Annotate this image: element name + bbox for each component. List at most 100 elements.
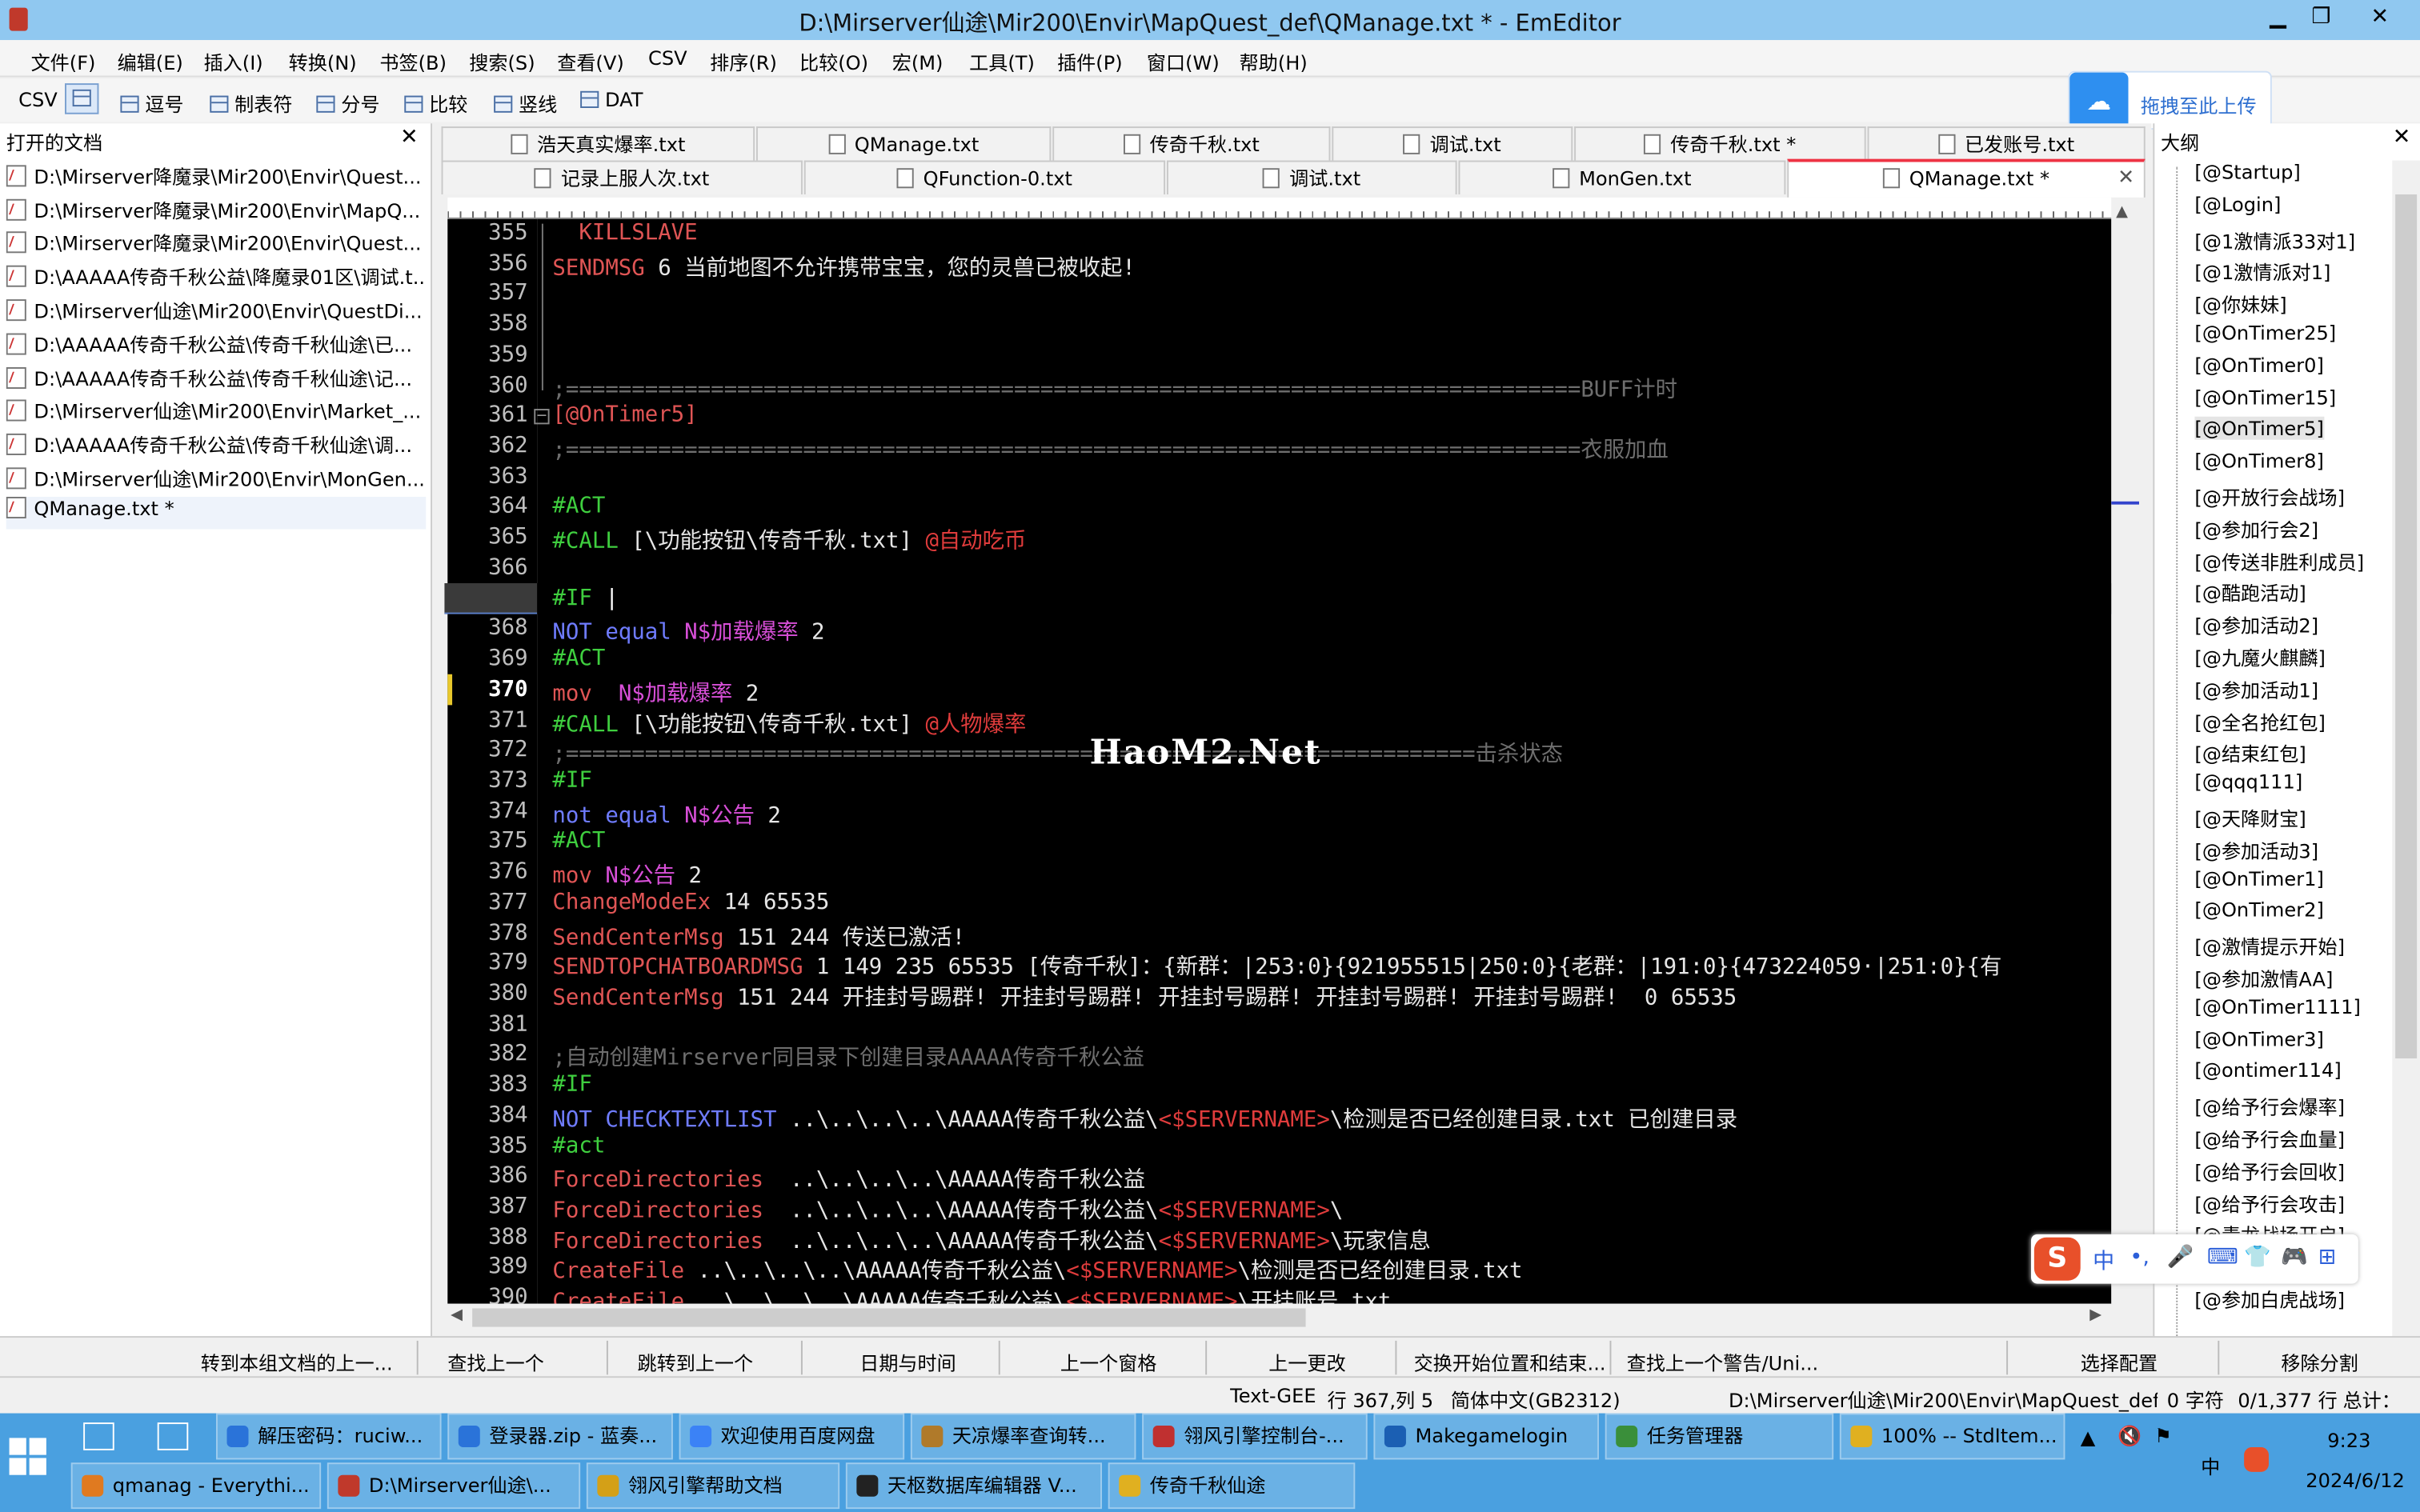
drag-upload-button[interactable]: ☁ 拖拽至此上传 [2068, 70, 2272, 131]
code-line[interactable]: not equal N$公告 2 [552, 798, 780, 830]
outline-item[interactable]: [@1激情派对1] [2194, 257, 2330, 286]
task-view-icon[interactable] [83, 1422, 114, 1450]
code-line[interactable]: #CALL [\功能按钮\传奇千秋.txt] @自动吃币 [552, 525, 1026, 556]
outline-item[interactable]: [@开放行会战场] [2194, 482, 2345, 511]
menu-edit[interactable]: 编辑(E) [118, 46, 183, 76]
document-item[interactable]: D:\AAAAA传奇千秋公益\降魔录01区\调试.t... [6, 261, 426, 294]
outline-item[interactable]: [@qqq111] [2194, 770, 2302, 794]
taskbar-app-button[interactable]: 翎风引擎控制台-... [1142, 1413, 1368, 1460]
code-line[interactable]: SENDMSG 6 当前地图不允许携带宝宝，您的灵兽已被收起! [552, 251, 1135, 282]
ime-toolbar[interactable]: S 中 •, 🎤 ⌨ 👕 🎮 ⊞ [2030, 1234, 2358, 1284]
taskbar-app-button[interactable]: 传奇千秋仙途 [1108, 1462, 1356, 1510]
document-item[interactable]: D:\Mirserver仙途\Mir200\Envir\QuestDi... [6, 294, 427, 327]
scroll-right-icon[interactable]: ▶ [2089, 1306, 2101, 1323]
code-line[interactable]: ChangeModeEx 14 65535 [552, 890, 829, 914]
outline-item[interactable]: [@参加白虎战场] [2194, 1284, 2345, 1314]
outline-item[interactable]: [@OnTimer0] [2194, 353, 2323, 376]
code-line[interactable]: ;=======================================… [552, 434, 1668, 465]
code-line[interactable]: SendCenterMsg 151 244 传送已激活! [552, 920, 965, 951]
taskbar-app-button[interactable]: Makegamelogin [1373, 1413, 1599, 1460]
menu-window[interactable]: 窗口(W) [1147, 46, 1220, 76]
fn-swap-start-end[interactable]: 交换开始位置和结束... [1414, 1347, 1606, 1377]
status-config[interactable]: Text-GEE [1230, 1384, 1316, 1407]
outline-item[interactable]: [@OnTimer15] [2194, 385, 2336, 408]
code-line[interactable]: CreateFile ..\..\..\..\AAAAA传奇千秋公益\<$SER… [552, 1286, 1391, 1304]
close-panel-icon[interactable]: ✕ [400, 125, 419, 150]
taskbar-app-button[interactable]: 100% -- StdItem... [1839, 1413, 2065, 1460]
taskbar-clock-date[interactable]: 2024/6/12 [2306, 1469, 2405, 1492]
close-outline-icon[interactable]: ✕ [2393, 125, 2411, 150]
menu-bookmark[interactable]: 书签(B) [379, 46, 447, 76]
code-line[interactable]: #IF [552, 768, 591, 793]
ime-keyboard-icon[interactable]: ⌨ [2207, 1245, 2238, 1270]
outline-item[interactable]: [@给予行会攻击] [2194, 1187, 2345, 1217]
outline-item[interactable]: [@ontimer114] [2194, 1059, 2341, 1082]
fn-find-prev-warning[interactable]: 查找上一个警告/Uni... [1627, 1347, 1819, 1377]
ime-punctuation-icon[interactable]: •, [2130, 1245, 2150, 1270]
tab-record[interactable]: 记录上服人次.txt [441, 160, 803, 194]
document-item[interactable]: D:\Mirserver仙途\Mir200\Envir\Market_... [6, 395, 427, 428]
code-line[interactable]: NOT CHECKTEXTLIST ..\..\..\..\AAAAA传奇千秋公… [552, 1103, 1737, 1134]
code-line[interactable]: #act [552, 1134, 605, 1158]
tab-close-icon[interactable]: ✕ [2118, 162, 2134, 194]
outline-item[interactable]: [@OnTimer1] [2194, 866, 2323, 890]
outline-item[interactable]: [@参加活动2] [2194, 610, 2318, 639]
outline-item[interactable]: [@OnTimer5] [2194, 417, 2324, 441]
menu-sort[interactable]: 排序(R) [710, 46, 777, 76]
ime-microphone-icon[interactable]: 🎤 [2167, 1245, 2194, 1270]
sogou-logo-icon[interactable]: S [2033, 1237, 2081, 1281]
menu-help[interactable]: 帮助(H) [1240, 46, 1308, 76]
tray-mute-icon[interactable]: 🔇 [2118, 1424, 2142, 1449]
document-item[interactable]: D:\Mirserver仙途\Mir200\Envir\MonGen... [6, 463, 427, 496]
tab-mongen[interactable]: MonGen.txt [1458, 160, 1786, 194]
menu-compare[interactable]: 比较(O) [799, 46, 868, 76]
ime-skin-icon[interactable]: 👕 [2244, 1245, 2271, 1270]
tab-chuanqi-modified[interactable]: 传奇千秋.txt * [1574, 126, 1866, 161]
tray-flag-icon[interactable]: ⚑ [2154, 1424, 2172, 1447]
csv-compare-button[interactable]: 比较 [404, 88, 467, 118]
fn-jump-prev[interactable]: 跳转到上一个 [637, 1347, 753, 1377]
outline-item[interactable]: [@结束红包] [2194, 738, 2306, 768]
taskbar-app-button[interactable]: 天枢数据库编辑器 V... [845, 1462, 1102, 1510]
minimize-button[interactable]: ▁ [2257, 0, 2300, 34]
menu-search[interactable]: 搜索(S) [469, 46, 535, 76]
tab-accounts[interactable]: 已发账号.txt [1867, 126, 2146, 161]
horizontal-scroll-thumb[interactable] [472, 1308, 1306, 1327]
outline-item[interactable]: [@参加激情AA] [2194, 962, 2333, 992]
fn-find-prev[interactable]: 查找上一个 [447, 1347, 544, 1377]
code-line[interactable]: NOT equal N$加载爆率 2 [552, 616, 824, 647]
outline-scroll-thumb[interactable] [2395, 194, 2418, 1058]
tab-debug[interactable]: 调试.txt [1332, 126, 1573, 161]
outline-item[interactable]: [@Login] [2194, 193, 2281, 216]
csv-comma-button[interactable]: 逗号 [120, 88, 184, 118]
menu-macro[interactable]: 宏(M) [892, 46, 944, 76]
csv-dat-button[interactable]: DAT [580, 88, 643, 111]
menu-tools[interactable]: 工具(T) [969, 46, 1035, 76]
taskbar-app-button[interactable]: D:\Mirserver仙途\... [327, 1462, 581, 1510]
ime-chinese-mode[interactable]: 中 [2093, 1245, 2114, 1276]
desktop-icon[interactable] [157, 1422, 189, 1450]
fn-prev-pane[interactable]: 上一个窗格 [1060, 1347, 1157, 1377]
code-line[interactable]: #ACT [552, 494, 605, 519]
taskbar-clock-time[interactable]: 9:23 [2327, 1429, 2370, 1452]
code-line[interactable]: ;=======================================… [552, 373, 1677, 404]
code-line[interactable]: ForceDirectories ..\..\..\..\AAAAA传奇千秋公益… [552, 1225, 1430, 1256]
menu-convert[interactable]: 转换(N) [289, 46, 357, 76]
outline-item[interactable]: [@你妹妹] [2194, 289, 2286, 318]
code-line[interactable]: #IF | [552, 586, 618, 610]
outline-item[interactable]: [@酷跑活动] [2194, 578, 2306, 607]
code-editor[interactable]: KILLSLAVE SENDMSG 6 当前地图不允许携带宝宝，您的灵兽已被收起!… [537, 218, 2112, 1304]
code-line[interactable]: ForceDirectories ..\..\..\..\AAAAA传奇千秋公益… [552, 1194, 1343, 1226]
document-item[interactable]: D:\AAAAA传奇千秋公益\传奇千秋仙途\记... [6, 362, 427, 395]
taskbar-app-button[interactable]: 解压密码：ruciw... [215, 1413, 442, 1460]
tab-qfunction[interactable]: QFunction-0.txt [803, 160, 1166, 194]
taskbar-app-button[interactable]: 翎风引擎帮助文档 [586, 1462, 840, 1510]
outline-item[interactable]: [@给予行会爆率] [2194, 1091, 2345, 1121]
taskbar-app-button[interactable]: qmanag - Everythi... [70, 1462, 322, 1510]
document-item[interactable]: D:\Mirserver降魔录\Mir200\Envir\MapQ... [6, 194, 427, 227]
document-item[interactable]: D:\Mirserver降魔录\Mir200\Envir\Quest... [6, 226, 427, 259]
outline-item[interactable]: [@激情提示开始] [2194, 930, 2345, 960]
maximize-button[interactable]: ❐ [2300, 0, 2343, 34]
outline-item[interactable]: [@给予行会回收] [2194, 1155, 2345, 1185]
code-line[interactable]: ForceDirectories ..\..\..\..\AAAAA传奇千秋公益 [552, 1164, 1145, 1195]
